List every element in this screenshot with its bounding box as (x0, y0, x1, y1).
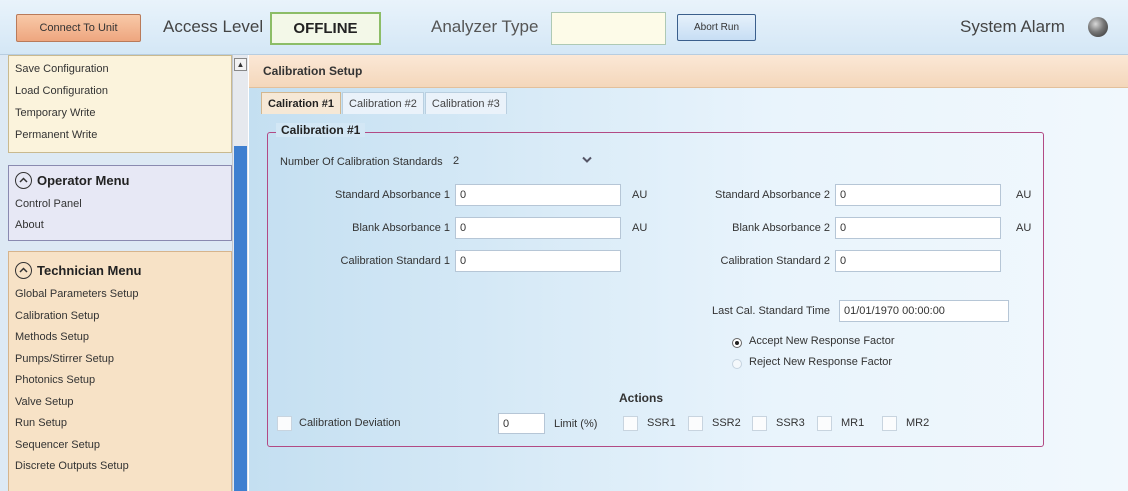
sidebar-item-save-configuration[interactable]: Save Configuration (9, 58, 231, 80)
accept-response-label: Accept New Response Factor (749, 335, 895, 347)
access-level-label: Access Level (163, 17, 264, 36)
blank-abs-1-unit: AU (632, 222, 648, 234)
access-level-value: OFFLINE (270, 12, 381, 45)
analyzer-type-label: Analyzer Type (431, 17, 539, 36)
technician-menu-title: Technician Menu (37, 262, 142, 278)
num-standards-value: 2 (453, 155, 460, 167)
std-abs-2-input[interactable]: 0 (835, 184, 1001, 206)
blank-abs-1-label: Blank Absorbance 1 (352, 222, 450, 234)
operator-menu-title: Operator Menu (37, 172, 130, 188)
main-panel: Calibration Setup Caliration #1 Calibrat… (249, 55, 1128, 491)
scroll-up-icon[interactable]: ▲ (234, 58, 247, 71)
mr1-label: MR1 (841, 417, 865, 429)
chevron-up-icon[interactable] (15, 171, 32, 189)
calibration-tabs: Caliration #1 Calibration #2 Calibration… (261, 92, 508, 114)
operator-menu-header[interactable]: Operator Menu (9, 166, 231, 194)
blank-abs-2-label: Blank Absorbance 2 (732, 222, 830, 234)
limit-input[interactable]: 0 (498, 413, 545, 434)
reject-response-label: Reject New Response Factor (749, 356, 893, 368)
num-standards-select[interactable]: 2 (451, 150, 601, 172)
mr1-checkbox[interactable] (817, 416, 832, 431)
last-cal-time-input[interactable]: 01/01/1970 00:00:00 (839, 300, 1009, 322)
tab-calibration-2[interactable]: Calibration #2 (342, 92, 424, 114)
alarm-indicator-icon (1088, 17, 1108, 37)
sidebar-item-pumps-stirrer-setup[interactable]: Pumps/Stirrer Setup (9, 349, 231, 371)
std-abs-1-label: Standard Absorbance 1 (335, 189, 450, 201)
calibration-deviation-label: Calibration Deviation (299, 417, 401, 429)
config-menu: Save Configuration Load Configuration Te… (8, 55, 232, 153)
operator-menu: Operator Menu Control Panel About (8, 165, 232, 241)
ssr2-label: SSR2 (712, 417, 741, 429)
tab-calibration-1[interactable]: Caliration #1 (261, 92, 342, 114)
mr2-checkbox[interactable] (882, 416, 897, 431)
sidebar-item-photonics-setup[interactable]: Photonics Setup (9, 370, 231, 392)
scrollbar-thumb[interactable] (234, 146, 247, 491)
blank-abs-2-unit: AU (1016, 222, 1032, 234)
sidebar-item-load-configuration[interactable]: Load Configuration (9, 80, 231, 102)
std-abs-1-input[interactable]: 0 (455, 184, 621, 206)
sidebar-item-control-panel[interactable]: Control Panel (9, 194, 231, 215)
chevron-up-icon[interactable] (15, 261, 32, 279)
cal-std-2-label: Calibration Standard 2 (720, 255, 830, 267)
ssr1-label: SSR1 (647, 417, 676, 429)
sidebar-item-methods-setup[interactable]: Methods Setup (9, 327, 231, 349)
limit-label: Limit (%) (554, 418, 598, 430)
abort-run-button[interactable]: Abort Run (677, 14, 756, 41)
num-standards-label: Number Of Calibration Standards (280, 156, 443, 168)
sidebar-scrollbar[interactable]: ▲ (232, 55, 248, 491)
ssr2-checkbox[interactable] (688, 416, 703, 431)
calibration-group-title: Calibration #1 (276, 123, 366, 137)
sidebar-item-calibration-setup[interactable]: Calibration Setup (9, 306, 231, 328)
tab-calibration-3[interactable]: Calibration #3 (424, 92, 507, 114)
sidebar-item-valve-setup[interactable]: Valve Setup (9, 392, 231, 414)
sidebar: Save Configuration Load Configuration Te… (0, 55, 232, 491)
system-alarm-label: System Alarm (960, 17, 1065, 36)
std-abs-2-unit: AU (1016, 189, 1032, 201)
technician-menu-header[interactable]: Technician Menu (9, 256, 231, 284)
actions-title: Actions (619, 391, 664, 405)
sidebar-item-discrete-outputs-setup[interactable]: Discrete Outputs Setup (9, 456, 231, 478)
sidebar-item-sequencer-setup[interactable]: Sequencer Setup (9, 435, 231, 457)
ssr3-label: SSR3 (776, 417, 805, 429)
ssr3-checkbox[interactable] (752, 416, 767, 431)
chevron-down-icon[interactable] (582, 156, 592, 163)
std-abs-1-unit: AU (632, 189, 648, 201)
std-abs-2-label: Standard Absorbance 2 (715, 189, 830, 201)
cal-std-2-input[interactable]: 0 (835, 250, 1001, 272)
accept-response-radio[interactable] (732, 338, 742, 348)
sidebar-item-temporary-write[interactable]: Temporary Write (9, 102, 231, 124)
analyzer-type-field (551, 12, 666, 45)
ssr1-checkbox[interactable] (623, 416, 638, 431)
reject-response-radio[interactable] (732, 359, 742, 369)
mr2-label: MR2 (906, 417, 930, 429)
blank-abs-2-input[interactable]: 0 (835, 217, 1001, 239)
sidebar-item-permanent-write[interactable]: Permanent Write (9, 124, 231, 146)
cal-std-1-label: Calibration Standard 1 (340, 255, 450, 267)
toolbar: Connect To Unit Access Level OFFLINE Ana… (0, 0, 1128, 55)
connect-button[interactable]: Connect To Unit (16, 14, 141, 42)
page-title: Calibration Setup (249, 55, 1128, 88)
cal-std-1-input[interactable]: 0 (455, 250, 621, 272)
sidebar-item-global-parameters-setup[interactable]: Global Parameters Setup (9, 284, 231, 306)
calibration-group: Calibration #1 Number Of Calibration Sta… (267, 123, 1044, 447)
sidebar-item-about[interactable]: About (9, 215, 231, 236)
blank-abs-1-input[interactable]: 0 (455, 217, 621, 239)
calibration-deviation-checkbox[interactable] (277, 416, 292, 431)
sidebar-item-run-setup[interactable]: Run Setup (9, 413, 231, 435)
last-cal-time-label: Last Cal. Standard Time (711, 305, 830, 317)
technician-menu: Technician Menu Global Parameters Setup … (8, 251, 232, 491)
